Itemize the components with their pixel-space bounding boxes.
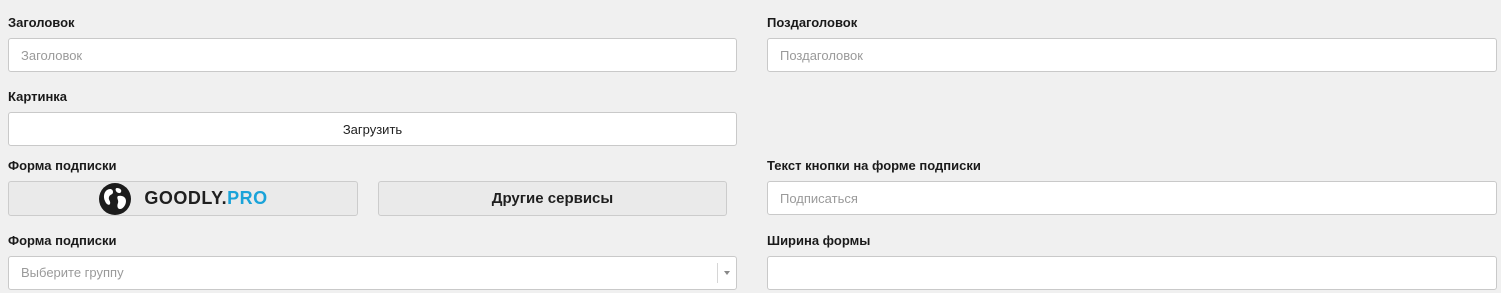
subtitle-label: Поздаголовок: [767, 15, 858, 30]
image-label: Картинка: [8, 89, 68, 104]
chevron-down-icon[interactable]: [724, 271, 730, 275]
form-width-input[interactable]: [767, 256, 1497, 290]
upload-button[interactable]: Загрузить: [8, 112, 737, 146]
title-input[interactable]: [8, 38, 737, 72]
other-services-label: Другие сервисы: [491, 190, 614, 207]
goodly-wordmark: GOODLY.PRO: [144, 188, 268, 208]
subscription-form-label: Форма подписки: [8, 158, 117, 173]
button-text-input[interactable]: [767, 181, 1497, 215]
subtitle-input[interactable]: [767, 38, 1497, 72]
select-divider: [717, 263, 718, 283]
form-width-label: Ширина формы: [767, 233, 871, 248]
goodly-logo: GOODLY.PRO: [98, 182, 267, 216]
title-label: Заголовок: [8, 15, 75, 30]
group-select[interactable]: Выберите группу: [8, 256, 737, 290]
button-text-label: Текст кнопки на форме подписки: [767, 158, 981, 173]
other-services-button[interactable]: Другие сервисы: [378, 181, 727, 216]
goodly-service-button[interactable]: GOODLY.PRO: [8, 181, 358, 216]
globe-icon: [98, 182, 132, 216]
group-select-value: Выберите группу: [21, 265, 124, 280]
group-select-label: Форма подписки: [8, 233, 117, 248]
